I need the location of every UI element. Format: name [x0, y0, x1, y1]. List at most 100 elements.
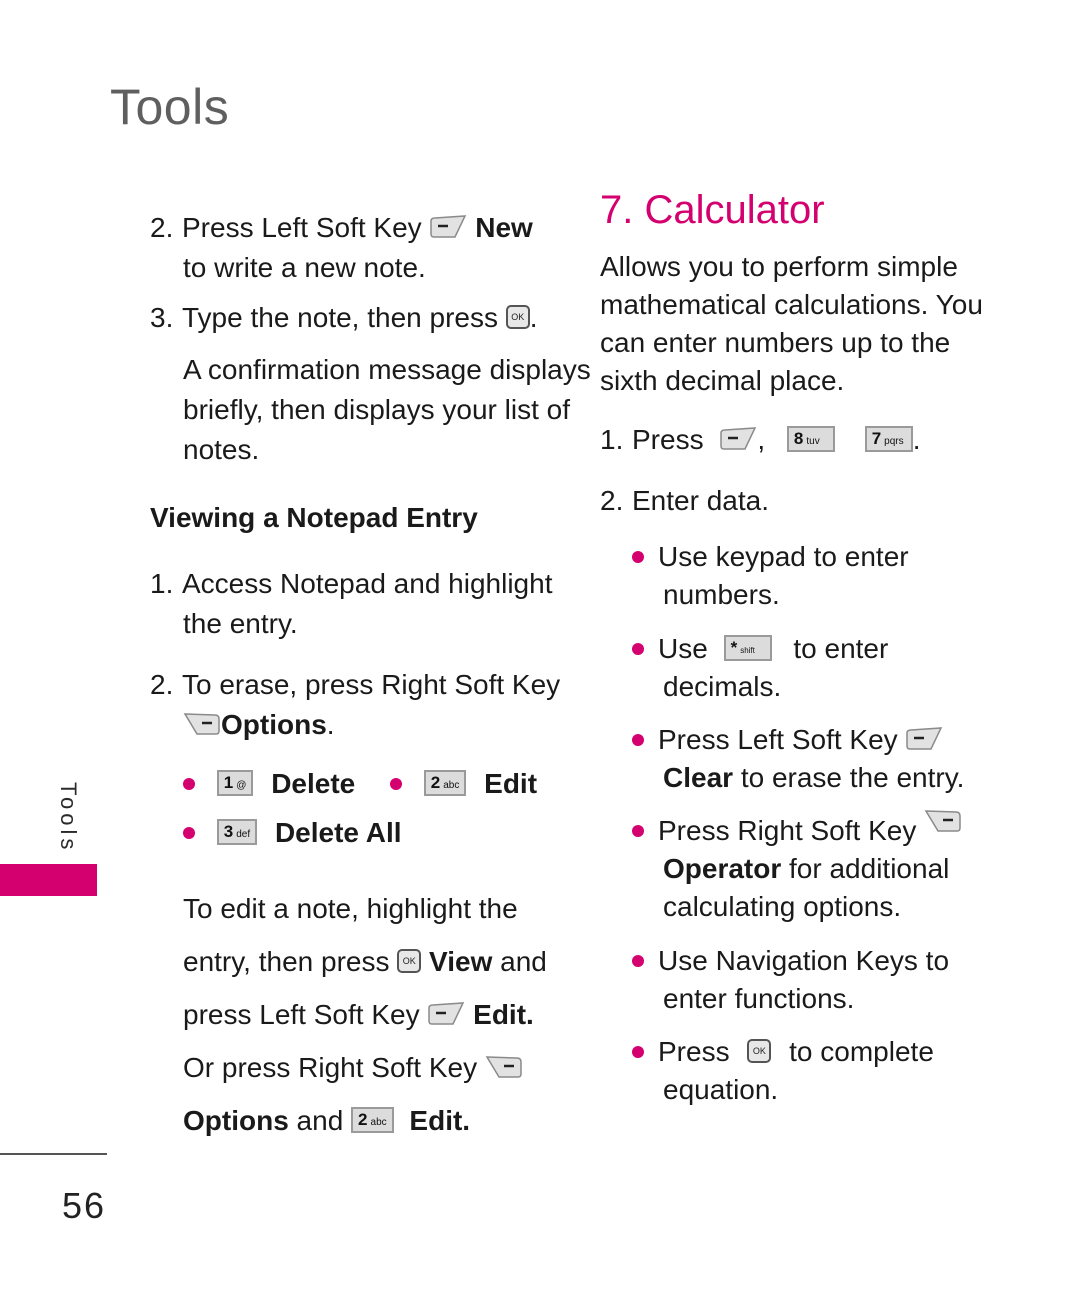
text-fragment: Enter data. — [632, 485, 769, 516]
option-delete-all: 3 def Delete All — [183, 814, 402, 852]
key-3-icon: 3 def — [216, 818, 258, 845]
edit-note-paragraph: To edit a note, highlight the entry, the… — [183, 882, 547, 1147]
right-soft-key-icon — [924, 809, 962, 833]
text-fragment: Options — [221, 709, 327, 740]
text-fragment: Type the note, then press — [182, 302, 498, 333]
text-fragment: Delete All — [274, 817, 402, 848]
text-fragment: abc — [370, 1116, 387, 1128]
text-fragment: 1. — [150, 568, 174, 599]
text-fragment: 1. — [600, 424, 624, 455]
key-7-icon: 7 pqrs — [864, 425, 913, 452]
side-tab-marker — [0, 864, 97, 896]
text-fragment: sixth decimal place. — [600, 365, 845, 396]
text-fragment: Press Left Soft Key — [658, 724, 898, 755]
text-fragment: Edit — [484, 768, 538, 799]
text-fragment: abc — [443, 779, 460, 791]
bullet-icon — [632, 1045, 644, 1058]
text-fragment: 7 — [871, 428, 882, 448]
ok-key-icon: OK — [397, 948, 422, 973]
text-fragment: entry, then press — [183, 946, 390, 977]
text-fragment: A confirmation message displays — [183, 354, 591, 385]
text-fragment: Press — [658, 1036, 730, 1067]
bullet-keypad: Use keypad to enter numbers. — [632, 538, 909, 614]
key-2-icon: 2 abc — [423, 769, 467, 796]
text-fragment: mathematical calculations. You — [600, 289, 983, 320]
text-fragment: . — [529, 302, 538, 333]
text-fragment: pqrs — [884, 435, 904, 447]
text-fragment: for additional — [789, 853, 950, 884]
text-fragment: Use — [658, 633, 708, 664]
confirmation-paragraph: A confirmation message displays briefly,… — [183, 350, 591, 470]
star-shift-key-icon: * shift — [723, 634, 772, 661]
key-1-icon: 1 @ — [216, 769, 254, 796]
footer-divider — [0, 1153, 107, 1155]
bullet-clear: Press Left Soft Key Clear to erase the e… — [632, 721, 964, 797]
bullet-icon — [632, 954, 644, 967]
text-fragment: Edit. — [409, 1105, 471, 1136]
calculator-heading: 7. Calculator — [600, 188, 825, 232]
text-fragment: Clear — [663, 762, 734, 793]
text-fragment: can enter numbers up to the — [600, 327, 951, 358]
text-fragment: briefly, then displays your list of — [183, 394, 570, 425]
text-fragment: * — [730, 637, 738, 657]
text-fragment: calculating options. — [663, 891, 902, 922]
view-step-2: 2. To erase, press Right Soft Key Options… — [150, 666, 560, 744]
text-fragment: tuv — [806, 435, 820, 447]
calculator-intro: Allows you to perform simple mathematica… — [600, 248, 983, 400]
text-fragment: press Left Soft Key — [183, 999, 420, 1030]
text-fragment: Use keypad to enter — [658, 541, 909, 572]
text-fragment: to enter — [793, 633, 889, 664]
text-fragment: Press Left Soft Key — [182, 212, 422, 243]
text-fragment: @ — [236, 779, 247, 791]
key-8-icon: 8 tuv — [786, 425, 835, 452]
bullet-icon — [632, 550, 644, 563]
text-fragment: numbers. — [663, 579, 780, 610]
calc-step-1: 1. Press , 8 tuv 7 pqrs. — [600, 421, 920, 459]
text-fragment: 3 — [223, 821, 234, 841]
bullet-icon — [632, 824, 644, 837]
bullet-operator: Press Right Soft Key Operator for additi… — [632, 812, 962, 926]
right-soft-key-icon — [485, 1055, 523, 1079]
step-3-type-note: 3. Type the note, then press OK. — [150, 299, 538, 337]
text-fragment: the entry. — [183, 608, 298, 639]
text-fragment: shift — [740, 645, 755, 655]
text-fragment: and — [500, 946, 547, 977]
bullet-navigation: Use Navigation Keys to enter functions. — [632, 942, 949, 1018]
bullet-icon — [183, 777, 195, 790]
text-fragment: Press Right Soft Key — [658, 815, 917, 846]
text-fragment: 2 — [430, 772, 441, 792]
view-step-1: 1. Access Notepad and highlight the entry… — [150, 564, 552, 644]
text-fragment: Options — [183, 1105, 289, 1136]
text-fragment: Delete — [271, 768, 356, 799]
text-fragment: Edit. — [473, 999, 534, 1030]
left-soft-key-icon — [905, 727, 943, 751]
ok-key-icon: OK — [505, 304, 530, 329]
text-fragment: Access Notepad and highlight — [182, 568, 553, 599]
text-fragment: , — [757, 424, 766, 455]
left-soft-key-icon — [429, 215, 467, 239]
text-fragment: New — [475, 212, 533, 243]
text-fragment: Use Navigation Keys to — [658, 945, 950, 976]
text-fragment: decimals. — [663, 671, 782, 702]
text-fragment: to erase the entry. — [740, 762, 965, 793]
left-soft-key-icon — [427, 1002, 465, 1026]
bullet-decimals: Use * shift to enter decimals. — [632, 630, 888, 706]
option-delete: 1 @ Delete — [183, 765, 355, 803]
text-fragment: and — [296, 1105, 344, 1136]
page-number: 56 — [62, 1185, 107, 1226]
text-fragment: To erase, press Right Soft Key — [182, 669, 561, 700]
bullet-icon — [632, 733, 644, 746]
bullet-complete: Press OK to complete equation. — [632, 1033, 934, 1109]
side-tab-label: Tools — [56, 782, 81, 854]
calc-step-2: 2. Enter data. — [600, 482, 769, 520]
bullet-icon — [632, 642, 644, 655]
text-fragment: notes. — [183, 434, 260, 465]
text-fragment: 3. — [150, 302, 174, 333]
text-fragment: 2. — [150, 669, 174, 700]
section-heading: Viewing a Notepad Entry — [150, 502, 478, 533]
text-fragment: def — [236, 828, 251, 840]
text-fragment: Press — [632, 424, 704, 455]
text-fragment: equation. — [663, 1074, 779, 1105]
option-edit: 2 abc Edit — [390, 765, 537, 803]
text-fragment: 2. — [600, 485, 624, 516]
